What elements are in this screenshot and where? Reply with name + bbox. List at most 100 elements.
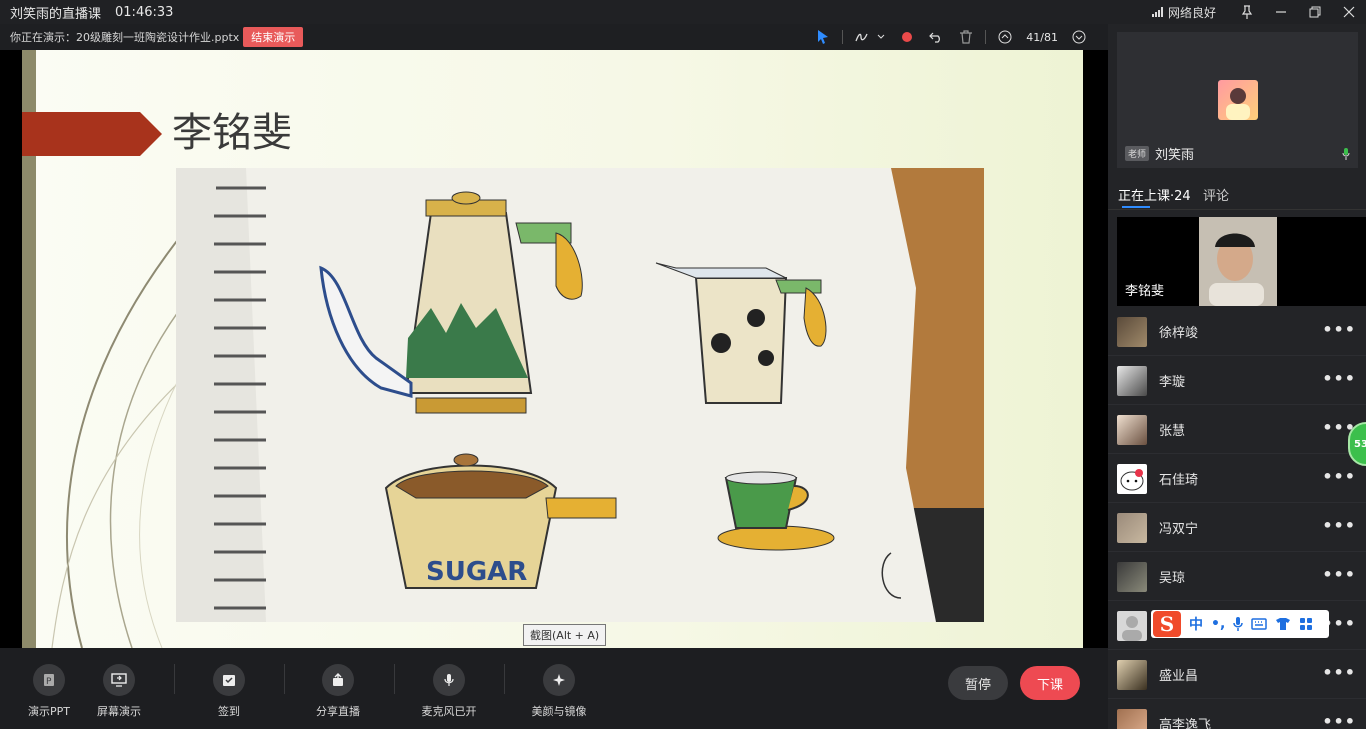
undo-tool[interactable]: [921, 24, 951, 50]
present-ppt-button[interactable]: P 演示PPT: [19, 664, 79, 719]
ime-chinese-mode[interactable]: 中: [1189, 614, 1203, 634]
teacher-video: 老师 刘笑雨: [1117, 32, 1358, 168]
network-label: 网络良好: [1167, 5, 1216, 20]
beauty-mirror-label: 美颜与镜像: [531, 705, 587, 718]
student-name: 高李逸飞: [1159, 718, 1212, 729]
student-row[interactable]: 石佳琦 •••: [1108, 454, 1366, 503]
checkin-icon: [223, 675, 235, 686]
close-icon: [1343, 6, 1355, 18]
student-row[interactable]: 徐梓竣 •••: [1108, 307, 1366, 356]
pause-button[interactable]: 暂停: [948, 666, 1008, 700]
student-avatar: [1117, 709, 1147, 729]
bottom-toolbar: P 演示PPT 屏幕演示 签到 分享直播 麦克风已开 美颜与镜像 暂停 下课: [0, 648, 1108, 729]
pen-tool[interactable]: [847, 24, 893, 50]
share-live-label: 分享直播: [316, 705, 360, 718]
signal-icon: [1151, 7, 1163, 17]
student-name: 吴琼: [1159, 571, 1186, 586]
restore-button[interactable]: [1298, 0, 1332, 24]
slide-viewport: 李铭斐 SUGAR 截图(Alt + A): [0, 50, 1108, 648]
more-options-icon[interactable]: •••: [1322, 516, 1356, 535]
ime-punctuation-mode[interactable]: •,: [1211, 616, 1225, 632]
share-icon: [333, 673, 343, 686]
student-name: 盛业昌: [1159, 669, 1199, 684]
ime-toolbox-icon[interactable]: [1299, 617, 1313, 631]
microphone-active-icon: [1342, 148, 1350, 160]
pointer-tool[interactable]: [808, 24, 838, 50]
divider: [504, 664, 505, 694]
slide-title: 李铭斐: [172, 110, 292, 156]
page-indicator: 41/81: [1026, 30, 1058, 44]
share-live-button[interactable]: 分享直播: [308, 664, 368, 719]
student-avatar: [1117, 562, 1147, 592]
artwork-photo: SUGAR: [176, 168, 984, 622]
divider: [394, 664, 395, 694]
screen-share-button[interactable]: 屏幕演示: [89, 664, 149, 719]
floating-count-bubble[interactable]: 53: [1348, 422, 1366, 466]
divider: [174, 664, 175, 694]
screenshot-tooltip: 截图(Alt + A): [523, 624, 607, 646]
present-ppt-label: 演示PPT: [28, 705, 70, 718]
divider: [284, 664, 285, 694]
svg-text:SUGAR: SUGAR: [426, 557, 527, 587]
previous-page-button[interactable]: [990, 24, 1020, 50]
student-row[interactable]: 吴琼 •••: [1108, 552, 1366, 601]
teacher-badge: 老师: [1125, 146, 1150, 161]
checkin-button[interactable]: 签到: [199, 664, 259, 719]
student-avatar: [1117, 464, 1147, 494]
title-arrow-shape: [22, 112, 162, 156]
network-status: 网络良好: [1151, 4, 1216, 21]
title-bar: 刘笑雨的直播课 01:46:33 网络良好: [0, 0, 1366, 24]
divider: [985, 30, 987, 44]
beauty-mirror-button[interactable]: 美颜与镜像: [529, 664, 589, 719]
more-options-icon[interactable]: •••: [1322, 467, 1356, 486]
tab-comments[interactable]: 评论: [1203, 185, 1229, 204]
more-options-icon[interactable]: •••: [1322, 663, 1356, 682]
ppt-icon: P: [44, 674, 54, 687]
input-method-toolbar: S 中 •,: [1151, 610, 1329, 638]
ime-voice-icon[interactable]: [1233, 617, 1244, 631]
ime-keyboard-icon[interactable]: [1251, 618, 1268, 630]
more-options-icon[interactable]: •••: [1322, 565, 1356, 584]
screen-share-label: 屏幕演示: [97, 705, 141, 718]
red-dot-icon: [902, 32, 913, 42]
chevron-down-icon: [877, 34, 885, 39]
more-options-icon[interactable]: •••: [1322, 712, 1356, 729]
end-presentation-button[interactable]: 结束演示: [243, 27, 304, 47]
pin-button[interactable]: [1230, 0, 1264, 24]
student-name: 冯双宁: [1159, 522, 1199, 537]
featured-student-name: 李铭斐: [1125, 284, 1165, 299]
student-avatar: [1117, 317, 1147, 347]
more-options-icon[interactable]: •••: [1322, 320, 1356, 339]
student-row[interactable]: 冯双宁 •••: [1108, 503, 1366, 552]
featured-student-video[interactable]: 李铭斐: [1117, 217, 1366, 306]
microphone-icon: [444, 674, 454, 686]
student-row[interactable]: 李璇 •••: [1108, 356, 1366, 405]
student-row[interactable]: 高李逸飞 •••: [1108, 699, 1366, 729]
end-class-button[interactable]: 下课: [1020, 666, 1080, 700]
teacher-name: 刘笑雨: [1155, 148, 1195, 163]
student-name: 石佳琦: [1159, 473, 1199, 488]
more-options-icon[interactable]: •••: [1322, 369, 1356, 388]
student-row[interactable]: 张慧 •••: [1108, 405, 1366, 454]
ime-skin-icon[interactable]: [1275, 617, 1291, 631]
student-name: 李璇: [1159, 375, 1186, 390]
delete-tool[interactable]: [951, 24, 981, 50]
chevron-up-circle-icon: [998, 30, 1012, 44]
sogou-logo-icon[interactable]: S: [1153, 611, 1181, 637]
beauty-icon: [553, 674, 565, 686]
student-row[interactable]: 盛业昌 •••: [1108, 650, 1366, 699]
record-color-tool[interactable]: [893, 24, 921, 50]
pen-icon: [855, 33, 868, 42]
next-page-button[interactable]: [1064, 24, 1094, 50]
screen-share-icon: [111, 673, 127, 687]
divider: [842, 30, 844, 44]
window-title: 刘笑雨的直播课: [10, 6, 102, 22]
minimize-button[interactable]: [1264, 0, 1298, 24]
close-button[interactable]: [1332, 0, 1366, 24]
sketchbook-drawing: SUGAR: [176, 168, 984, 622]
tab-in-class[interactable]: 正在上课·24: [1118, 185, 1191, 204]
microphone-button[interactable]: 麦克风已开: [419, 664, 479, 719]
panel-tabs: 正在上课·24 评论: [1108, 182, 1366, 210]
floating-bubble-clip: 53: [1346, 420, 1366, 468]
presentation-bar: 你正在演示：20级雕刻一班陶瓷设计作业.pptx 结束演示 41/81: [0, 24, 1108, 50]
